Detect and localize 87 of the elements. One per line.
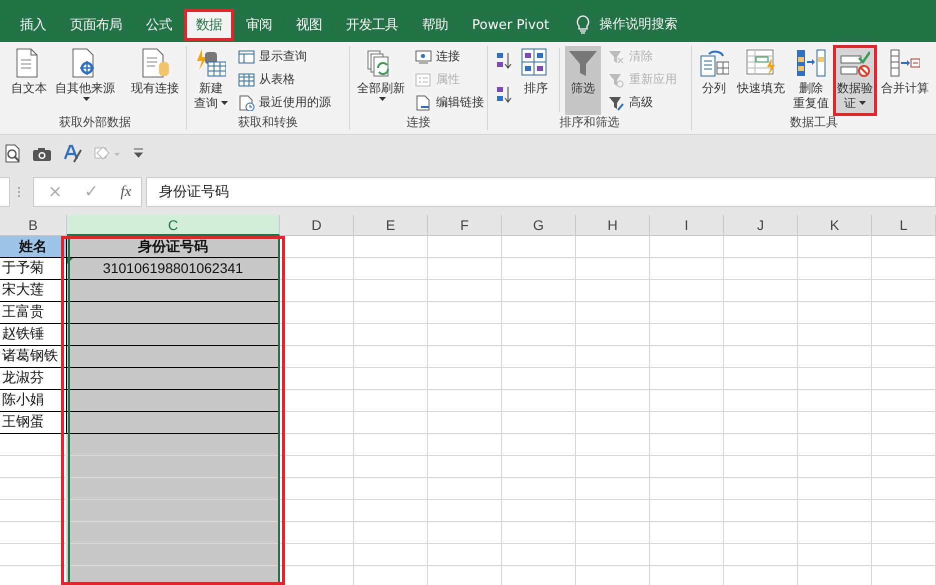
table-cell (872, 500, 936, 522)
tell-me-search[interactable]: 操作说明搜索 (599, 15, 678, 33)
filter-pencil-icon (608, 94, 626, 110)
document-clock-icon (238, 94, 255, 110)
table-cell (872, 544, 936, 566)
column-header[interactable]: J (724, 215, 798, 236)
ribbon-button[interactable]: 删除 重复值 (790, 46, 832, 115)
ribbon-tab[interactable]: 帮助 (410, 9, 460, 41)
table-cell (872, 368, 936, 390)
columns-merge-icon (890, 48, 920, 78)
ribbon-tab[interactable]: 插入 (8, 9, 58, 41)
ribbon-tab[interactable]: 页面布局 (58, 9, 134, 41)
table-cell (872, 522, 936, 544)
ribbon-tab[interactable]: Power Pivot (460, 9, 562, 41)
table-cell (872, 302, 936, 324)
ribbon-button[interactable]: 自其他来源 (52, 46, 118, 115)
sort-descending-icon[interactable] (496, 84, 512, 104)
column-header[interactable]: F (428, 215, 502, 236)
ribbon-tab[interactable]: 开发工具 (334, 9, 410, 41)
ribbon-tab[interactable]: 数据 (184, 9, 234, 41)
group-label: 获取和转换 (237, 115, 300, 130)
table-window-icon (238, 48, 255, 64)
sort-ascending-icon[interactable] (496, 50, 512, 70)
table-cell (872, 258, 936, 280)
document-database-icon (140, 48, 170, 78)
ribbon-button[interactable]: 显示查询 (236, 46, 333, 67)
list-icon (415, 72, 432, 88)
filter-clear-icon (608, 48, 626, 64)
shapes-icon (94, 144, 121, 162)
table-cell (872, 236, 936, 258)
table-cell (872, 478, 936, 500)
ribbon-button[interactable]: 最近使用的源 (236, 92, 333, 113)
ribbon-button[interactable]: 从表格 (236, 69, 333, 90)
column-header[interactable]: E (354, 215, 428, 236)
customize-icon (133, 148, 144, 158)
table-cell (872, 346, 936, 368)
table-icon (238, 72, 255, 88)
database-table-icon (196, 48, 226, 78)
column-header[interactable]: D (280, 215, 354, 236)
column-header[interactable]: G (502, 215, 576, 236)
ribbon-button[interactable]: 筛选 (565, 46, 602, 115)
ribbon-button[interactable]: 自文本 (8, 46, 50, 115)
ribbon-button[interactable]: 现有连接 (128, 46, 182, 115)
insert-function-button[interactable]: fx (120, 184, 132, 200)
lightbulb-icon (575, 14, 592, 34)
table-cell (872, 456, 936, 478)
column-header[interactable]: H (576, 215, 650, 236)
ribbon-tab[interactable]: 视图 (284, 9, 334, 41)
column-header[interactable]: B (0, 215, 67, 236)
text-columns-icon (699, 48, 729, 78)
ribbon-tab[interactable]: 审阅 (234, 9, 284, 41)
table-cell: 310106198801062341 (67, 258, 280, 280)
column-header[interactable]: I (650, 215, 724, 236)
spelling-icon (64, 144, 82, 162)
flash-fill-icon (746, 48, 776, 78)
table-cell (872, 412, 936, 434)
table-cell (872, 434, 936, 456)
ribbon-button[interactable]: 全部刷新 (354, 46, 408, 115)
ribbon-button[interactable]: 新建 查询 (191, 46, 231, 115)
grip-icon (17, 186, 21, 198)
group-label: 连接 (406, 115, 432, 130)
ribbon-tab[interactable]: 公式 (134, 9, 184, 41)
header-cell: 姓名 (0, 236, 67, 258)
ribbon-button[interactable]: 合并计算 (878, 46, 932, 115)
ribbon-button[interactable]: 连接 (413, 46, 486, 67)
ribbon-button[interactable]: 分列 (696, 46, 732, 115)
column-header[interactable]: C (67, 215, 280, 236)
ribbon-button[interactable]: 排序 (518, 46, 554, 115)
formula-input[interactable]: 身份证号码 (146, 177, 936, 207)
ribbon-button[interactable]: 编辑链接 (413, 92, 486, 113)
group-label: 获取外部数据 (58, 115, 132, 130)
column-header[interactable]: K (798, 215, 872, 236)
filter-refresh-icon (608, 72, 626, 88)
ribbon-button[interactable]: 高级 (606, 92, 680, 113)
ribbon-button[interactable]: 快速填充 (734, 46, 788, 115)
group-label: 数据工具 (789, 115, 839, 130)
table-cell (872, 324, 936, 346)
filter-icon (568, 48, 598, 78)
monitor-icon (415, 48, 432, 64)
columns-arrow-icon (796, 48, 826, 78)
document-link-icon (415, 94, 432, 110)
print-preview-icon (4, 144, 20, 162)
table-cell (872, 280, 936, 302)
group-label: 排序和筛选 (558, 115, 621, 130)
table-cell (872, 390, 936, 412)
ribbon-button[interactable]: 数据验 证 (834, 46, 876, 115)
column-header[interactable]: L (872, 215, 936, 236)
